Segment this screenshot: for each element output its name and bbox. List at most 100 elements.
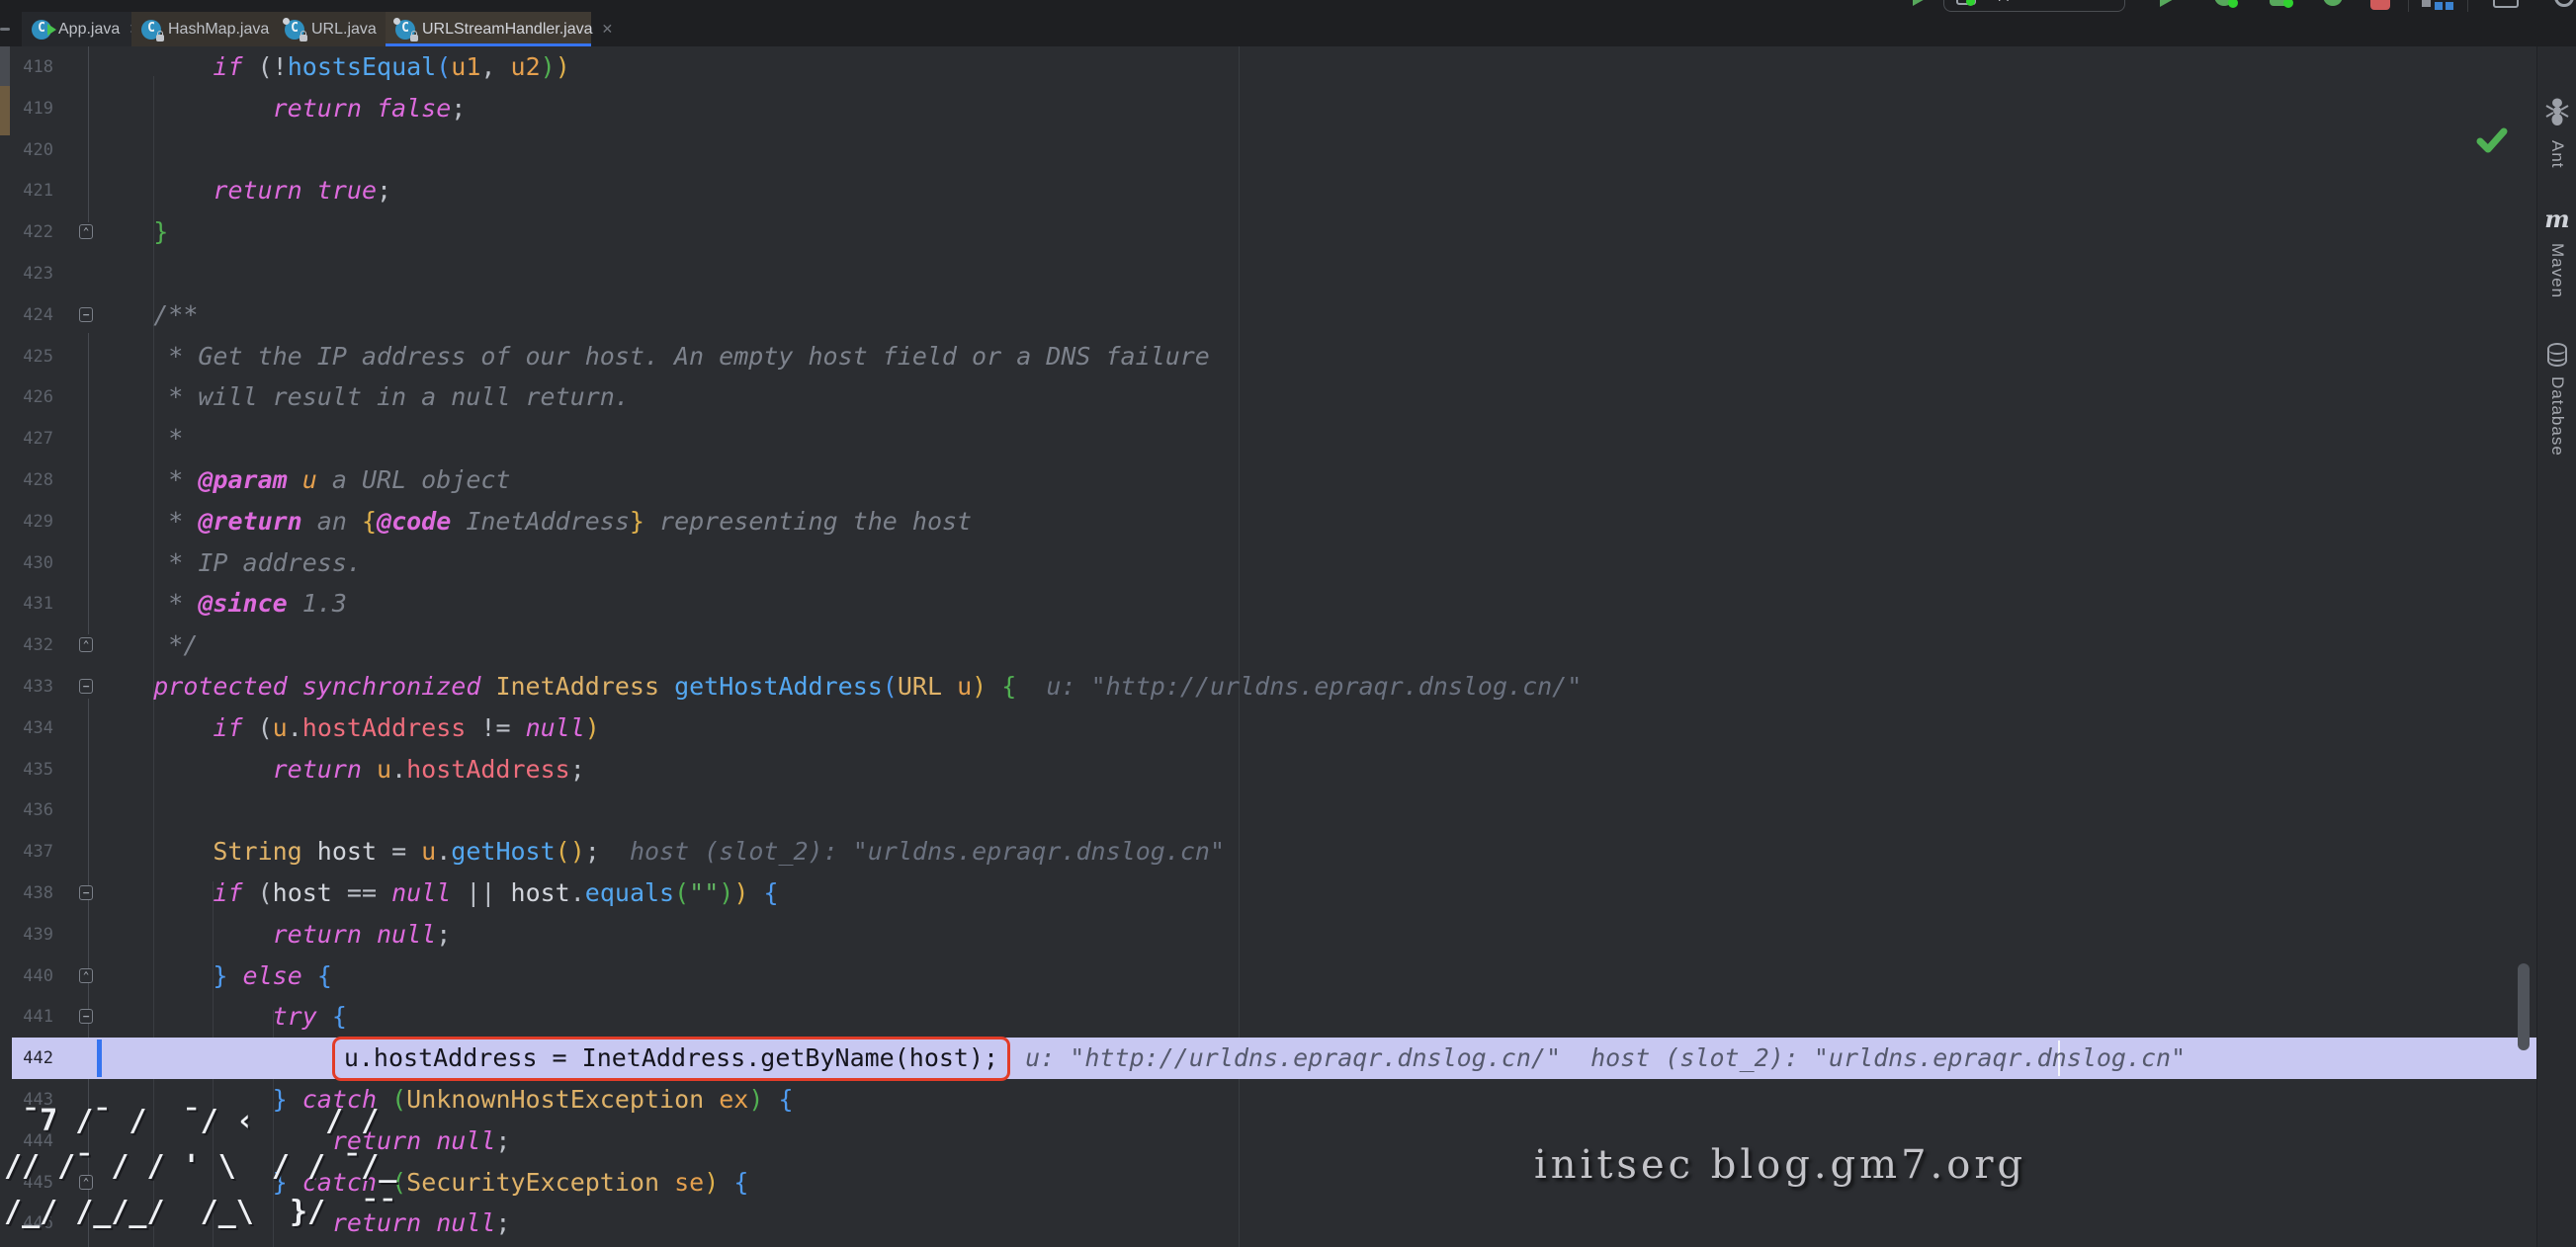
code-text: if (!hostsEqual(u1, u2)) (94, 46, 570, 88)
line-number[interactable]: 437 (0, 831, 53, 873)
tab-label: HashMap.java (168, 21, 269, 39)
run-config-label: App (1988, 0, 2015, 2)
fold-start-icon[interactable]: − (79, 679, 93, 694)
rerun-icon[interactable] (2270, 0, 2289, 6)
layout-icon[interactable] (2422, 0, 2431, 7)
run-configuration-select[interactable]: App (1943, 0, 2125, 12)
dot-badge-icon (393, 18, 400, 25)
code-row[interactable]: 428 * @param u a URL object (0, 459, 2536, 501)
line-number[interactable]: 430 (0, 542, 53, 584)
code-row[interactable]: 440 ⌃ } else { (0, 956, 2536, 997)
line-number[interactable]: 424 (0, 294, 53, 336)
code-row[interactable]: 436 (0, 790, 2536, 831)
line-number[interactable]: 434 (0, 707, 53, 749)
lock-badge-icon (156, 35, 164, 42)
execution-annotation-box: u.hostAddress = InetAddress.getByName(ho… (332, 1037, 1010, 1081)
inspections-ok-icon[interactable] (2475, 124, 2509, 157)
build-run-icon[interactable] (1913, 0, 1929, 6)
line-number[interactable]: 436 (0, 790, 53, 831)
tab-url-java[interactable]: CURL.java✕ (275, 12, 386, 46)
coverage-icon[interactable] (2323, 0, 2343, 6)
code-row[interactable]: 435 return u.hostAddress; (0, 749, 2536, 790)
code-text: return u.hostAddress; (94, 749, 585, 790)
code-row[interactable]: 433− protected synchronized InetAddress … (0, 666, 2536, 707)
code-row[interactable]: 422⌃ } (0, 211, 2536, 253)
code-row[interactable]: 425 * Get the IP address of our host. An… (0, 336, 2536, 377)
line-number[interactable]: 419 (0, 88, 53, 129)
fold-end-icon[interactable]: ⌃ (79, 224, 93, 239)
line-number[interactable]: 427 (0, 418, 53, 459)
code-row[interactable]: 441− try { (0, 996, 2536, 1038)
line-number[interactable]: 428 (0, 459, 53, 501)
line-number[interactable]: 438 (0, 873, 53, 914)
line-number[interactable]: 441 (0, 996, 53, 1038)
toolbar-divider (2408, 0, 2409, 12)
fold-start-icon[interactable]: − (79, 885, 93, 900)
code-row[interactable]: 439 return null; (0, 914, 2536, 956)
line-number[interactable]: 426 (0, 376, 53, 418)
debugger-inline-hint: u: "http://urldns.epraqr.dnslog.cn/" hos… (1010, 1043, 2186, 1072)
code-row[interactable]: 432 ⌃ */ (0, 624, 2536, 666)
toolwindow-label: Ant (2547, 140, 2567, 169)
line-number[interactable]: 440 (0, 956, 53, 997)
code-row[interactable]: 434 if (u.hostAddress != null) (0, 707, 2536, 749)
line-number[interactable]: 442 (0, 1038, 53, 1079)
window-icon[interactable] (2493, 0, 2519, 8)
run-badge-icon (47, 24, 56, 36)
line-number[interactable]: 429 (0, 501, 53, 542)
execution-line-row[interactable]: 442 u.hostAddress = InetAddress.getByNam… (12, 1038, 2536, 1079)
line-number[interactable]: 423 (0, 253, 53, 294)
code-text: * will result in a null return. (94, 376, 630, 418)
code-text: * Get the IP address of our host. An emp… (94, 336, 1210, 377)
code-text: /** (94, 294, 198, 336)
toolwindow-maven[interactable]: mMaven (2537, 205, 2576, 298)
search-icon[interactable] (2554, 0, 2574, 7)
code-row[interactable]: 427 * (0, 418, 2536, 459)
run-icon[interactable] (2160, 0, 2176, 7)
code-row[interactable]: 420 (0, 129, 2536, 171)
database-icon (2547, 343, 2567, 367)
fold-start-icon[interactable]: − (79, 307, 93, 322)
line-number[interactable]: 420 (0, 129, 53, 171)
line-number[interactable]: 431 (0, 583, 53, 624)
debug-icon[interactable] (2214, 0, 2234, 6)
fold-end-icon[interactable]: ⌃ (79, 637, 93, 652)
code-text: */ (94, 624, 198, 666)
toolwindow-ant[interactable]: Ant (2537, 98, 2576, 169)
line-number[interactable]: 433 (0, 666, 53, 707)
code-row[interactable]: 437 String host = u.getHost(); host (slo… (0, 831, 2536, 873)
line-number[interactable]: 418 (0, 46, 53, 88)
line-number[interactable]: 439 (0, 914, 53, 956)
tab-app-java[interactable]: CApp.java✕ (22, 12, 131, 46)
code-row[interactable]: 431 * @since 1.3 (0, 583, 2536, 624)
line-number[interactable]: 425 (0, 336, 53, 377)
code-row[interactable]: 429 * @return an {@code InetAddress} rep… (0, 501, 2536, 542)
code-text: String host = u.getHost(); host (slot_2)… (94, 831, 1225, 873)
line-number[interactable]: 421 (0, 170, 53, 211)
ascii-art-watermark: ¯7 /¯ / ¯/ ‹ / / // /¯ / / ' \ / / ¯/_ /… (4, 1099, 396, 1235)
line-number[interactable]: 432 (0, 624, 53, 666)
code-row[interactable]: 426 * will result in a null return. (0, 376, 2536, 418)
code-row[interactable]: 438− if (host == null || host.equals("")… (0, 873, 2536, 914)
lock-badge-icon (410, 35, 418, 42)
stop-icon[interactable] (2370, 0, 2390, 10)
tab-urlstreamhandler-java[interactable]: CURLStreamHandler.java✕ (386, 12, 591, 46)
toolwindow-database[interactable]: Database (2537, 343, 2576, 457)
line-number[interactable]: 422 (0, 211, 53, 253)
code-row[interactable]: 418 if (!hostsEqual(u1, u2)) (0, 46, 2536, 88)
code-row[interactable]: 421 return true; (0, 170, 2536, 211)
debugger-inline-hint: host (slot_2): "urldns.epraqr.dnslog.cn" (600, 837, 1225, 866)
close-icon[interactable]: ✕ (602, 21, 614, 38)
java-class-icon: C (141, 20, 161, 40)
line-number[interactable]: 435 (0, 749, 53, 790)
code-row[interactable]: 423 (0, 253, 2536, 294)
tab-hashmap-java[interactable]: CHashMap.java✕ (131, 12, 275, 46)
fold-start-icon[interactable]: − (79, 1009, 93, 1024)
fold-end-icon[interactable]: ⌃ (79, 968, 93, 983)
code-editor[interactable]: 418 if (!hostsEqual(u1, u2))419 return f… (0, 46, 2536, 1247)
code-row[interactable]: 424 − /** (0, 294, 2536, 336)
editor-scrollbar-thumb[interactable] (2518, 963, 2530, 1050)
code-row[interactable]: 430 * IP address. (0, 542, 2536, 584)
code-row[interactable]: 419 return false; (0, 88, 2536, 129)
code-text: } else { (94, 956, 332, 997)
